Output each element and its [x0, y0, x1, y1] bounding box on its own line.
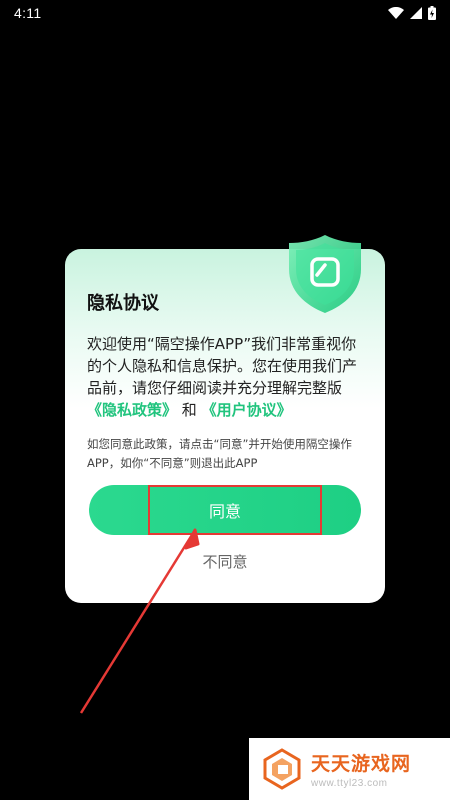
- dialog-title: 隐私协议: [87, 293, 159, 314]
- status-time: 4:11: [14, 5, 42, 21]
- wifi-icon: [388, 7, 404, 19]
- user-agreement-link[interactable]: 《用户协议》: [202, 401, 292, 419]
- privacy-policy-link[interactable]: 《隐私政策》: [87, 401, 177, 419]
- battery-charging-icon: [428, 6, 436, 20]
- watermark-text: 天天游戏网 www.ttyl23.com: [311, 749, 411, 789]
- status-bar: 4:11: [0, 0, 450, 26]
- shield-icon: [289, 235, 361, 313]
- watermark-logo-icon: [263, 748, 301, 790]
- disagree-button[interactable]: 不同意: [65, 551, 385, 572]
- watermark-url: www.ttyl23.com: [311, 778, 388, 789]
- highlight-annotation-box: [148, 485, 322, 535]
- dialog-conjunction: 和: [181, 401, 197, 419]
- watermark-title: 天天游戏网: [311, 753, 412, 775]
- dialog-body-text: 欢迎使用“隔空操作APP”我们非常重视你的个人隐私和信息保护。您在使用我们产品前…: [87, 335, 358, 397]
- watermark: 天天游戏网 www.ttyl23.com: [249, 738, 450, 800]
- dialog-body: 欢迎使用“隔空操作APP”我们非常重视你的个人隐私和信息保护。您在使用我们产品前…: [87, 333, 369, 421]
- dialog-note: 如您同意此政策，请点击“同意”并开始使用隔空操作APP，如你“不同意”则退出此A…: [87, 437, 352, 470]
- signal-icon: [410, 7, 422, 19]
- status-icons: [388, 6, 436, 20]
